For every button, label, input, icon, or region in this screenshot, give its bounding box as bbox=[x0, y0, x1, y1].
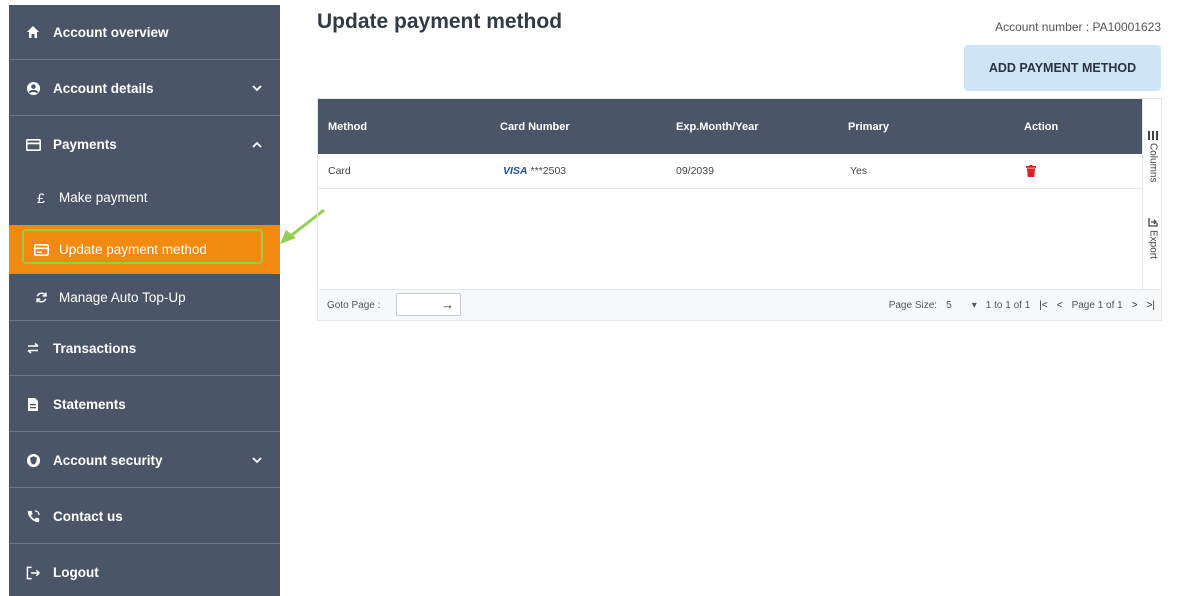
page-size-value: 5 bbox=[946, 300, 952, 311]
home-icon bbox=[25, 24, 41, 40]
arrow-right-icon[interactable]: → bbox=[441, 297, 454, 312]
page-size-label: Page Size: bbox=[888, 300, 938, 311]
cell-method: Card bbox=[328, 165, 351, 177]
nav-account-security[interactable]: Account security bbox=[9, 433, 280, 488]
caret-down-icon: ▾ bbox=[971, 300, 977, 311]
table-row: Card VISA ***2503 09/2039 Yes bbox=[318, 154, 1142, 189]
chevron-down-icon bbox=[252, 85, 262, 91]
page-size-select[interactable]: 5 ▾ bbox=[946, 300, 977, 311]
refresh-icon bbox=[33, 290, 49, 306]
card-icon bbox=[25, 137, 41, 153]
column-header-exp[interactable]: Exp.Month/Year bbox=[676, 99, 759, 154]
column-header-method[interactable]: Method bbox=[328, 99, 367, 154]
nav-account-security-label: Account security bbox=[53, 452, 163, 468]
card-number-text: ***2503 bbox=[530, 165, 567, 177]
account-number: Account number : PA10001623 bbox=[995, 20, 1161, 34]
user-circle-icon bbox=[25, 80, 41, 96]
prev-page-icon[interactable]: < bbox=[1057, 300, 1063, 311]
nav-contact-us[interactable]: Contact us bbox=[9, 489, 280, 544]
row-range: 1 to 1 of 1 bbox=[985, 300, 1031, 311]
grid-side-tools: Columns Export bbox=[1142, 99, 1162, 289]
grid-footer: Goto Page : → Page Size: 5 ▾ 1 to 1 of 1… bbox=[318, 289, 1161, 320]
export-icon bbox=[1148, 218, 1158, 227]
chevron-down-icon bbox=[252, 457, 262, 463]
nav-logout-label: Logout bbox=[53, 565, 99, 580]
nav-account-overview[interactable]: Account overview bbox=[9, 5, 280, 60]
phone-icon bbox=[25, 508, 41, 524]
columns-tool[interactable]: Columns bbox=[1145, 131, 1161, 182]
nav-account-overview-label: Account overview bbox=[53, 24, 169, 40]
columns-icon bbox=[1148, 131, 1158, 140]
nav-account-details-label: Account details bbox=[53, 80, 154, 96]
nav-statements[interactable]: Statements bbox=[9, 377, 280, 432]
nav-update-payment-method-label: Update payment method bbox=[59, 242, 207, 257]
add-payment-method-button[interactable]: ADD PAYMENT METHOD bbox=[964, 45, 1161, 91]
card-icon bbox=[33, 242, 49, 258]
nav-make-payment[interactable]: £ Make payment bbox=[9, 173, 280, 222]
export-tool-label: Export bbox=[1147, 230, 1159, 259]
cell-action bbox=[1026, 154, 1036, 188]
visa-logo: VISA bbox=[503, 165, 528, 177]
goto-page-input[interactable]: → bbox=[396, 293, 461, 316]
shield-icon bbox=[25, 452, 41, 468]
export-tool[interactable]: Export bbox=[1145, 217, 1161, 259]
first-page-icon[interactable]: |< bbox=[1039, 300, 1047, 311]
page-of: Page 1 of 1 bbox=[1071, 300, 1123, 311]
nav-manage-auto-topup[interactable]: Manage Auto Top-Up bbox=[9, 275, 280, 320]
goto-page-label: Goto Page : bbox=[327, 300, 381, 311]
chevron-up-icon bbox=[252, 141, 262, 148]
pager: Page Size: 5 ▾ 1 to 1 of 1 |< < Page 1 o… bbox=[889, 300, 1161, 311]
columns-tool-label: Columns bbox=[1147, 143, 1159, 183]
sidebar: Account overview Account details Payment… bbox=[9, 5, 280, 596]
payment-methods-grid: Method Card Number Exp.Month/Year Primar… bbox=[317, 98, 1162, 321]
nav-transactions-label: Transactions bbox=[53, 340, 137, 356]
grid-header: Method Card Number Exp.Month/Year Primar… bbox=[318, 99, 1142, 154]
nav-manage-auto-topup-label: Manage Auto Top-Up bbox=[59, 290, 186, 305]
cell-primary: Yes bbox=[850, 165, 868, 177]
nav-transactions[interactable]: Transactions bbox=[9, 321, 280, 376]
next-page-icon[interactable]: > bbox=[1132, 300, 1138, 311]
document-icon bbox=[25, 396, 41, 412]
nav-logout[interactable]: Logout bbox=[9, 545, 280, 596]
cell-exp: 09/2039 bbox=[676, 165, 714, 177]
swap-icon bbox=[25, 340, 41, 356]
column-header-primary[interactable]: Primary bbox=[848, 99, 889, 154]
nav-make-payment-label: Make payment bbox=[59, 190, 148, 205]
nav-payments-label: Payments bbox=[53, 137, 117, 152]
nav-update-payment-method[interactable]: Update payment method bbox=[9, 225, 280, 274]
page-title: Update payment method bbox=[317, 10, 563, 33]
nav-account-details[interactable]: Account details bbox=[9, 61, 280, 116]
cell-card-number: VISA ***2503 bbox=[503, 154, 566, 188]
column-header-card-number[interactable]: Card Number bbox=[500, 99, 570, 154]
last-page-icon[interactable]: >| bbox=[1147, 300, 1155, 311]
nav-statements-label: Statements bbox=[53, 396, 126, 412]
logout-icon bbox=[25, 565, 41, 581]
column-header-action[interactable]: Action bbox=[1024, 99, 1058, 154]
trash-icon[interactable] bbox=[1026, 165, 1036, 177]
pound-icon: £ bbox=[37, 189, 45, 206]
nav-payments[interactable]: Payments bbox=[9, 117, 280, 172]
nav-contact-us-label: Contact us bbox=[53, 508, 123, 524]
